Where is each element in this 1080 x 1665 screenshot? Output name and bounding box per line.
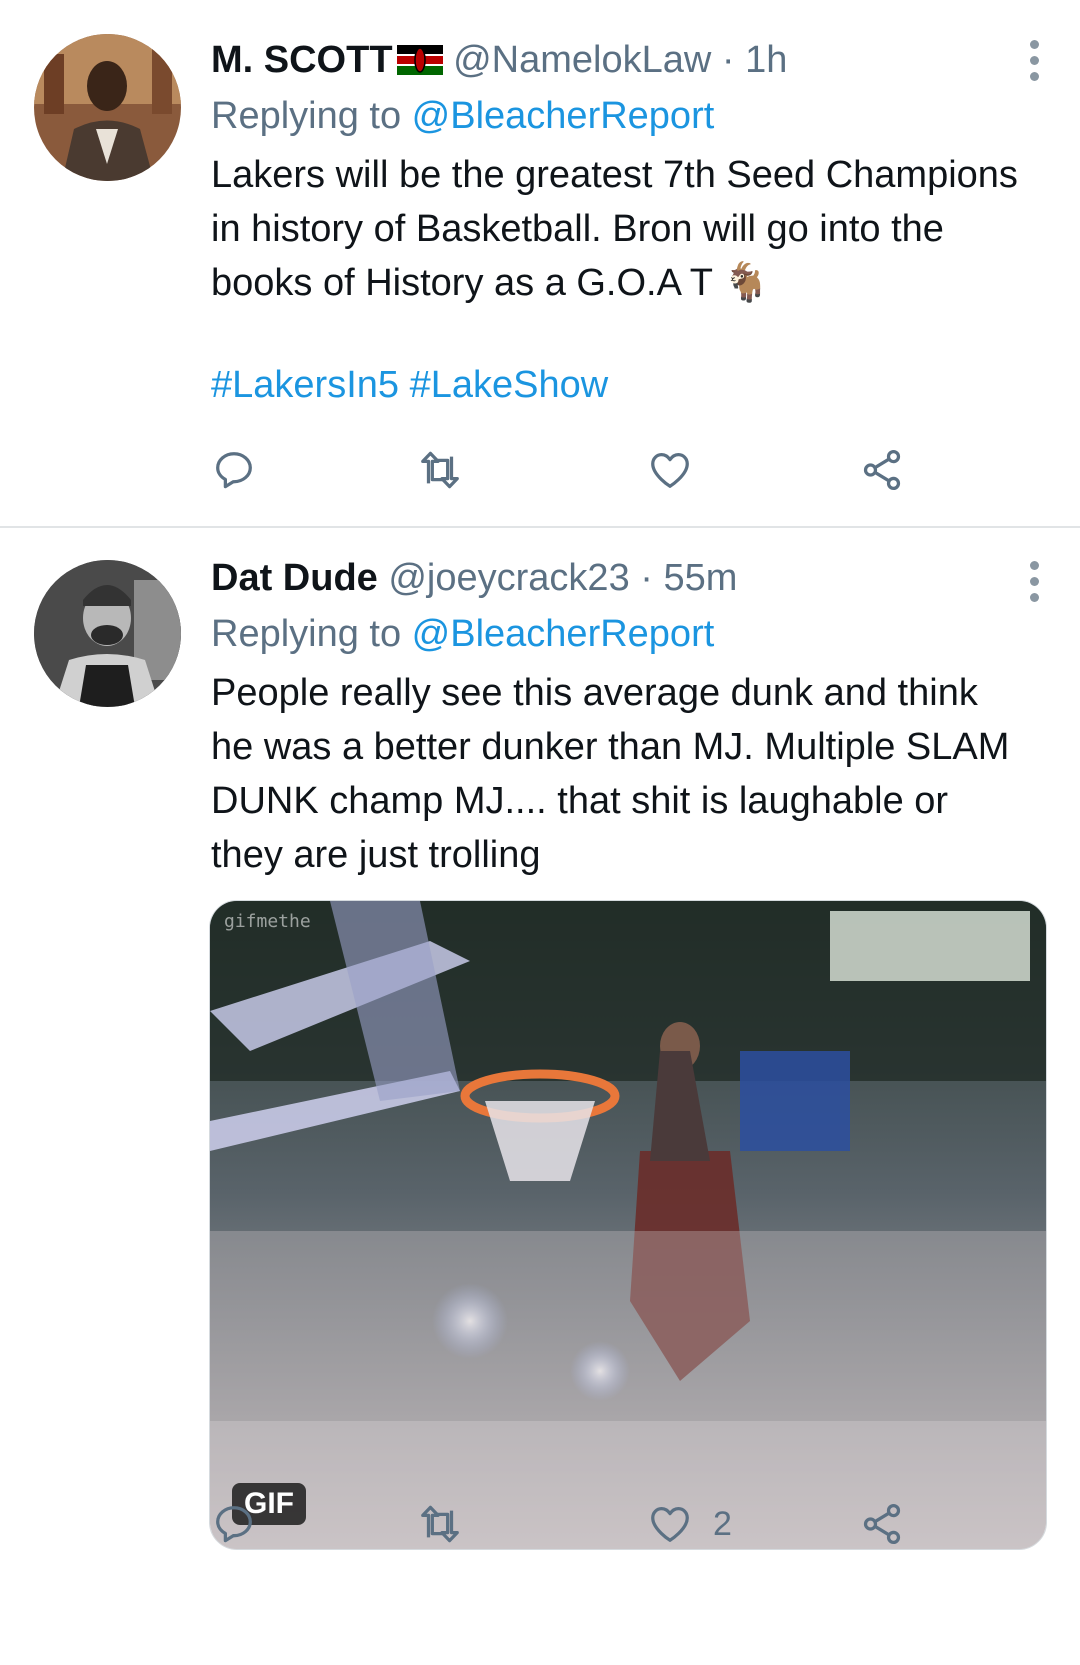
- tweet-text: People really see this average dunk and …: [211, 672, 1010, 876]
- heart-icon: [651, 1507, 689, 1542]
- replying-prefix: Replying to: [211, 95, 412, 137]
- retweet-button[interactable]: [417, 1494, 483, 1554]
- timestamp[interactable]: 1h: [745, 39, 787, 81]
- reply-button[interactable]: [211, 1494, 277, 1554]
- more-options-icon[interactable]: [1030, 561, 1040, 609]
- retweet-button[interactable]: [417, 440, 483, 500]
- tweet[interactable]: Dat Dude @joeycrack23 · 55m Replying to …: [0, 528, 1080, 1665]
- display-name[interactable]: Dat Dude: [211, 557, 378, 599]
- share-icon: [863, 1503, 901, 1545]
- gif-frame: [210, 901, 1046, 1549]
- gif-watermark: gifmethe: [224, 911, 311, 932]
- share-button[interactable]: [859, 1494, 905, 1554]
- retweet-icon: [421, 451, 459, 489]
- display-name[interactable]: M. SCOTT: [211, 39, 393, 81]
- tweet[interactable]: M. SCOTT @NamelokLaw · 1h Replying to @B…: [0, 0, 1080, 526]
- avatar[interactable]: [34, 34, 181, 181]
- reply-icon: [216, 1506, 252, 1543]
- replying-to-mention[interactable]: @BleacherReport: [412, 95, 715, 137]
- share-icon: [863, 449, 901, 491]
- share-button[interactable]: [859, 440, 905, 500]
- heart-icon: [651, 453, 689, 488]
- separator: ·: [711, 39, 746, 81]
- like-count: 2: [713, 1504, 732, 1543]
- tweet-actions: [211, 440, 911, 500]
- like-button[interactable]: [647, 440, 713, 500]
- reply-icon: [216, 452, 252, 489]
- timestamp[interactable]: 55m: [663, 557, 737, 599]
- retweet-icon: [421, 1505, 459, 1543]
- gif-media[interactable]: gifmethe GIF: [209, 900, 1047, 1550]
- avatar[interactable]: [34, 560, 181, 707]
- handle[interactable]: @joeycrack23: [388, 557, 629, 599]
- replying-prefix: Replying to: [211, 613, 412, 655]
- tweet-actions: 2: [211, 1494, 911, 1554]
- replying-to-mention[interactable]: @BleacherReport: [412, 613, 715, 655]
- replying-to: Replying to @BleacherReport: [211, 608, 1020, 660]
- tweet-text: Lakers will be the greatest 7th Seed Cha…: [211, 154, 1018, 304]
- kenya-flag-icon: [396, 37, 443, 75]
- reply-button[interactable]: [211, 440, 277, 500]
- separator: ·: [629, 557, 664, 599]
- hashtags[interactable]: #LakersIn5 #LakeShow: [211, 358, 1020, 412]
- handle[interactable]: @NamelokLaw: [453, 39, 711, 81]
- more-options-icon[interactable]: [1030, 40, 1040, 88]
- like-button[interactable]: 2: [647, 1494, 732, 1554]
- replying-to: Replying to @BleacherReport: [211, 90, 1020, 142]
